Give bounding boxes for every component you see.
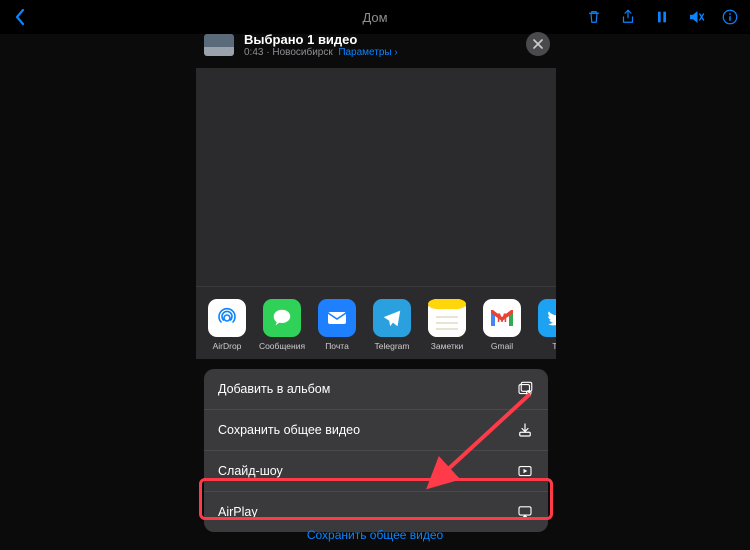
save-icon: [516, 421, 534, 439]
chevron-right-icon: ›: [394, 47, 397, 58]
slideshow-icon: [516, 462, 534, 480]
pause-icon[interactable]: [652, 7, 672, 27]
info-icon[interactable]: [720, 7, 740, 27]
share-app-airdrop[interactable]: AirDrop: [206, 299, 248, 351]
action-label: Слайд-шоу: [218, 464, 283, 478]
sheet-subtitle: 0:43 · Новосибирск Параметры ›: [244, 47, 398, 58]
share-sheet: Выбрано 1 видео 0:43 · Новосибирск Парам…: [196, 26, 556, 540]
mute-icon[interactable]: [686, 7, 706, 27]
actions-list: Добавить в альбом Сохранить общее видео Сл…: [204, 369, 548, 532]
airplay-icon: [516, 503, 534, 521]
back-button[interactable]: [10, 7, 30, 27]
gmail-icon: M: [483, 299, 521, 337]
page-title: Дом: [362, 10, 387, 25]
share-app-notes[interactable]: Заметки: [426, 299, 468, 351]
share-app-label: Почта: [325, 341, 349, 351]
share-app-gmail[interactable]: M Gmail: [481, 299, 523, 351]
share-app-label: Tv: [552, 341, 556, 351]
action-save[interactable]: Сохранить общее видео: [204, 410, 548, 451]
share-app-telegram[interactable]: Telegram: [371, 299, 413, 351]
share-app-label: Сообщения: [259, 341, 305, 351]
share-icon[interactable]: [618, 7, 638, 27]
options-link[interactable]: Параметры: [338, 47, 391, 58]
share-app-label: Gmail: [491, 341, 513, 351]
share-app-label: AirDrop: [213, 341, 242, 351]
trash-icon[interactable]: [584, 7, 604, 27]
action-airplay[interactable]: AirPlay: [204, 492, 548, 532]
share-app-mail[interactable]: Почта: [316, 299, 358, 351]
share-app-label: Telegram: [375, 341, 410, 351]
share-app-twitter[interactable]: Tv: [536, 299, 556, 351]
action-label: Добавить в альбом: [218, 382, 330, 396]
action-label: AirPlay: [218, 505, 258, 519]
video-thumbnail: [204, 34, 234, 56]
close-button[interactable]: [526, 32, 550, 56]
save-shared-video-link[interactable]: Сохранить общее видео: [0, 528, 750, 542]
message-icon: [263, 299, 301, 337]
airdrop-icon: [208, 299, 246, 337]
twitter-icon: [538, 299, 556, 337]
share-app-label: Заметки: [431, 341, 464, 351]
svg-text:M: M: [497, 311, 507, 325]
share-apps-row: AirDrop Сообщения Почта Telegram Заметки M Gma…: [196, 286, 556, 359]
mail-icon: [318, 299, 356, 337]
preview-area: [196, 68, 556, 286]
album-icon: [516, 380, 534, 398]
action-album[interactable]: Добавить в альбом: [204, 369, 548, 410]
notes-icon: [428, 299, 466, 337]
sheet-title: Выбрано 1 видео: [244, 32, 398, 47]
action-slideshow[interactable]: Слайд-шоу: [204, 451, 548, 492]
action-label: Сохранить общее видео: [218, 423, 360, 437]
telegram-icon: [373, 299, 411, 337]
share-app-message[interactable]: Сообщения: [261, 299, 303, 351]
